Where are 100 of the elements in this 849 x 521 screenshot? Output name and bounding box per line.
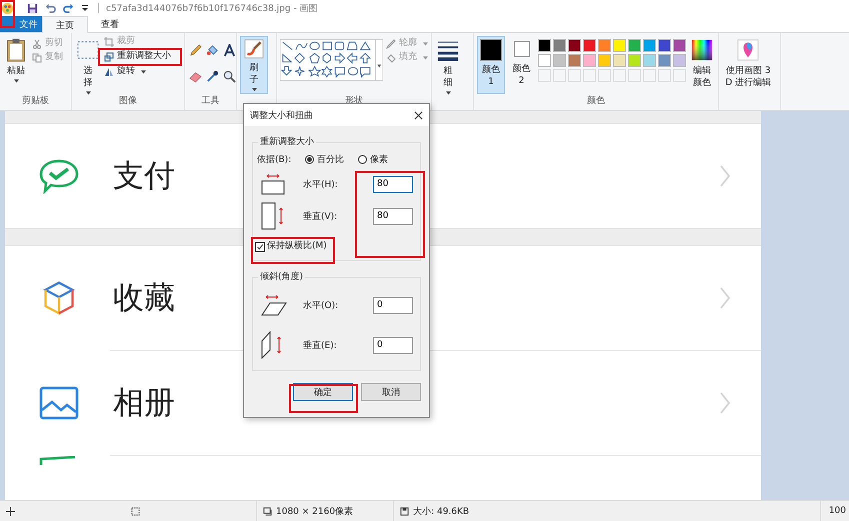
keep-aspect-ratio-checkbox[interactable]: 保持纵横比(M) bbox=[255, 241, 416, 252]
caret-icon bbox=[446, 91, 450, 95]
paint-3d-button[interactable]: 使用画图 3D 进行编辑 bbox=[722, 36, 775, 91]
horizontal-skew-icon bbox=[261, 294, 287, 316]
rotate-icon bbox=[104, 66, 114, 76]
palette-color[interactable] bbox=[553, 54, 566, 67]
input-field[interactable]: 0 bbox=[373, 296, 413, 314]
ribbon-tab[interactable]: 主页 bbox=[42, 16, 88, 33]
empty-palette-slot[interactable] bbox=[643, 69, 656, 82]
empty-palette-slot[interactable] bbox=[538, 69, 551, 82]
empty-palette-slot[interactable] bbox=[673, 69, 686, 82]
clipboard-icon bbox=[5, 38, 27, 62]
palette-color[interactable] bbox=[583, 54, 596, 67]
cancel-button[interactable]: 取消 bbox=[361, 383, 421, 401]
paint-app-icon[interactable] bbox=[1, 2, 14, 14]
shapes-gallery-drawing[interactable] bbox=[280, 38, 383, 82]
size-button[interactable]: 粗细 bbox=[435, 36, 461, 97]
brushes-button[interactable]: 刷子 bbox=[240, 36, 268, 94]
section-title: 倾斜(角度) bbox=[258, 272, 306, 283]
paste-button[interactable]: 粘贴 bbox=[3, 36, 29, 85]
resize-button[interactable]: 重新调整大小 bbox=[104, 51, 171, 62]
crop-icon bbox=[104, 36, 114, 46]
rotate-button[interactable]: 旋转 bbox=[104, 66, 171, 77]
palette-color[interactable] bbox=[538, 54, 551, 67]
palette-color[interactable] bbox=[628, 39, 641, 52]
section-title: 重新调整大小 bbox=[258, 137, 316, 148]
palette-color[interactable] bbox=[658, 54, 671, 67]
dialog-title: 调整大小和扭曲 bbox=[250, 110, 313, 122]
caret-icon bbox=[14, 79, 18, 83]
palette-color[interactable] bbox=[613, 54, 626, 67]
palette-color[interactable] bbox=[673, 54, 686, 67]
caret-icon bbox=[423, 42, 428, 46]
empty-palette-slot[interactable] bbox=[598, 69, 611, 82]
input-field[interactable]: 0 bbox=[373, 336, 413, 354]
radio-option[interactable]: 像素 bbox=[358, 152, 388, 166]
color-picker-icon[interactable] bbox=[206, 70, 219, 83]
selection-size-icon bbox=[131, 506, 140, 516]
menu-label: 支付 bbox=[113, 157, 175, 196]
color-1-button[interactable]: 颜色 1 bbox=[477, 36, 505, 94]
text-icon[interactable] bbox=[223, 44, 236, 57]
empty-palette-slot[interactable] bbox=[658, 69, 671, 82]
palette-color[interactable] bbox=[598, 54, 611, 67]
pen-icon bbox=[386, 38, 396, 48]
pencil-icon[interactable] bbox=[189, 44, 202, 57]
highlight-frame bbox=[0, 0, 15, 28]
radio-button[interactable] bbox=[305, 154, 314, 164]
palette-color[interactable] bbox=[643, 39, 656, 52]
group-label: 剪贴板 bbox=[21, 94, 50, 107]
group-label: 颜色 bbox=[586, 94, 606, 107]
image-size-icon bbox=[263, 506, 272, 516]
redo-icon[interactable] bbox=[63, 2, 74, 14]
brush-icon bbox=[243, 39, 265, 59]
caret-icon bbox=[141, 70, 146, 74]
caret-icon bbox=[86, 91, 90, 95]
radio-option[interactable]: 百分比 bbox=[305, 152, 344, 166]
palette-color[interactable] bbox=[658, 39, 671, 52]
empty-palette-slot[interactable] bbox=[613, 69, 626, 82]
palette-color[interactable] bbox=[643, 54, 656, 67]
select-button[interactable]: 选择 bbox=[75, 36, 101, 97]
color-2-button[interactable]: 颜色 2 bbox=[508, 36, 535, 94]
menu-label: 收藏 bbox=[113, 279, 175, 318]
empty-palette-slot[interactable] bbox=[583, 69, 596, 82]
palette-color[interactable] bbox=[568, 54, 581, 67]
resize-icon bbox=[104, 52, 114, 62]
field-label: 垂直(E): bbox=[303, 340, 338, 352]
radio-button[interactable] bbox=[358, 154, 368, 164]
paint-3d-icon bbox=[737, 38, 760, 62]
zoom-level: 100 bbox=[828, 506, 846, 516]
palette-color[interactable] bbox=[538, 39, 551, 52]
horizontal-resize-icon bbox=[261, 173, 287, 195]
undo-icon[interactable] bbox=[45, 2, 56, 14]
empty-palette-slot[interactable] bbox=[568, 69, 581, 82]
color-swatch bbox=[480, 39, 502, 61]
by-label: 依据(B): bbox=[257, 154, 292, 166]
chevron-right-icon bbox=[719, 391, 731, 415]
palette-color[interactable] bbox=[583, 39, 596, 52]
empty-palette-slot[interactable] bbox=[553, 69, 566, 82]
ribbon-tab[interactable]: 查看 bbox=[88, 16, 132, 32]
file-size: 大小: 49.6KB bbox=[413, 506, 470, 518]
fill-bucket-icon[interactable] bbox=[206, 44, 219, 57]
palette-color[interactable] bbox=[673, 39, 686, 52]
save-icon[interactable] bbox=[27, 2, 38, 14]
checkbox[interactable] bbox=[255, 242, 265, 252]
input-field[interactable]: 80 bbox=[373, 176, 413, 192]
palette-color[interactable] bbox=[598, 39, 611, 52]
dropdown-icon[interactable] bbox=[81, 4, 89, 12]
file-menu-tab[interactable]: 文件 bbox=[0, 16, 42, 32]
edit-colors-button[interactable]: 编辑颜色 bbox=[689, 36, 715, 91]
palette-color[interactable] bbox=[613, 39, 626, 52]
field-label: 水平(O): bbox=[303, 300, 340, 312]
chevron-right-icon bbox=[719, 164, 731, 188]
close-icon[interactable] bbox=[414, 110, 423, 120]
input-field[interactable]: 80 bbox=[373, 208, 413, 224]
magnifier-icon[interactable] bbox=[223, 70, 236, 83]
palette-color[interactable] bbox=[568, 39, 581, 52]
empty-palette-slot[interactable] bbox=[628, 69, 641, 82]
palette-color[interactable] bbox=[628, 54, 641, 67]
eraser-icon[interactable] bbox=[189, 70, 202, 83]
palette-color[interactable] bbox=[553, 39, 566, 52]
window-title: c57afa3d144076b7f6b10f176746c38.jpg - 画图 bbox=[106, 2, 318, 14]
